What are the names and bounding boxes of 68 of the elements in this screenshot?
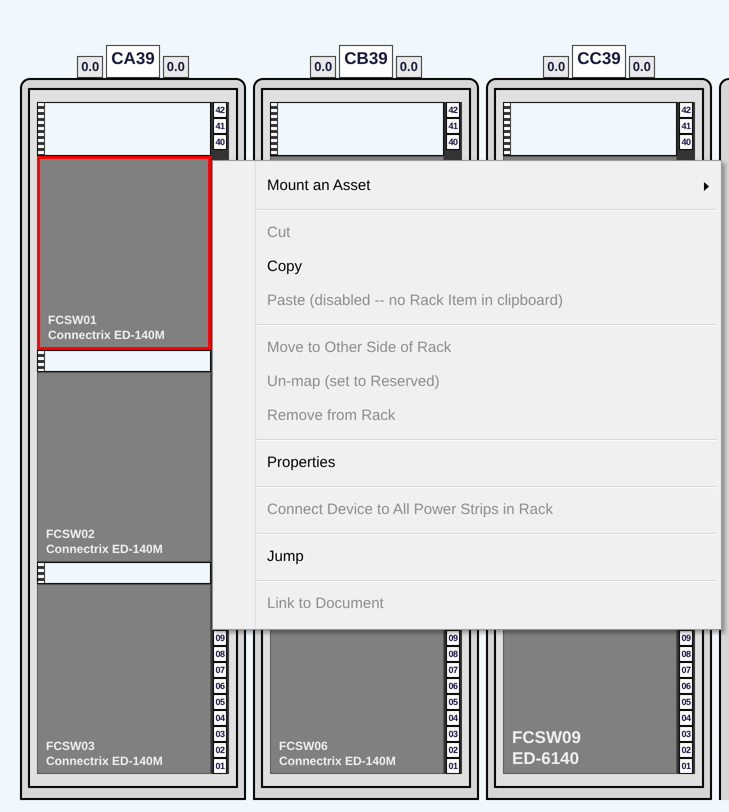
unit-number: 01 <box>213 758 227 774</box>
unit-number: 07 <box>213 662 227 678</box>
unit-number: 08 <box>213 646 227 662</box>
device-name: FCSW06 <box>279 739 329 754</box>
unit-number: 09 <box>213 630 227 646</box>
power-reading: 0.0 <box>310 56 336 78</box>
power-reading: 0.0 <box>77 56 104 78</box>
unit-number: 41 <box>679 118 693 134</box>
unit-number: 09 <box>446 630 460 646</box>
device-name: FCSW01 <box>48 313 98 328</box>
unit-number: 01 <box>446 758 460 774</box>
power-reading: 0.0 <box>628 56 655 78</box>
device-name: FCSW09 <box>512 726 582 748</box>
unit-number: 42 <box>213 102 227 118</box>
unit-number: 08 <box>679 646 693 662</box>
device-model: Connectrix ED-140M <box>279 754 397 769</box>
power-reading: 0.0 <box>396 56 422 78</box>
unit-number: 40 <box>213 134 227 150</box>
menu-item[interactable]: Mount an Asset <box>256 169 721 203</box>
unit-number: 42 <box>446 102 460 118</box>
unit-number: 05 <box>446 694 460 710</box>
unit-number: 03 <box>679 726 693 742</box>
device-model: Connectrix ED-140M <box>48 328 166 343</box>
unit-number: 07 <box>679 662 693 678</box>
unit-number: 06 <box>679 678 693 694</box>
submenu-arrow-icon <box>704 182 709 190</box>
unit-number: 03 <box>446 726 460 742</box>
unit-number: 04 <box>446 710 460 726</box>
rack-device[interactable]: FCSW01 Connectrix ED-140M <box>37 156 211 350</box>
unit-number: 40 <box>679 134 693 150</box>
device-model: Connectrix ED-140M <box>46 542 164 557</box>
unit-number: 01 <box>679 758 693 774</box>
menu-item[interactable]: Properties <box>256 446 721 480</box>
menu-item[interactable]: Copy <box>256 250 721 284</box>
unit-number: 02 <box>446 742 460 758</box>
unit-number: 08 <box>446 646 460 662</box>
unit-number: 05 <box>213 694 227 710</box>
device-name: FCSW02 <box>46 527 96 542</box>
menu-item[interactable]: Jump <box>256 540 721 574</box>
unit-number: 41 <box>446 118 460 134</box>
unit-number: 03 <box>213 726 227 742</box>
unit-number: 42 <box>679 102 693 118</box>
unit-number: 06 <box>446 678 460 694</box>
unit-number: 07 <box>446 662 460 678</box>
rack-device[interactable]: FCSW03 Connectrix ED-140M <box>37 584 211 774</box>
power-reading: 0.0 <box>543 56 570 78</box>
unit-number: 04 <box>679 710 693 726</box>
unit-number: 04 <box>213 710 227 726</box>
unit-number: 02 <box>679 742 693 758</box>
unit-number: 09 <box>679 630 693 646</box>
unit-number: 02 <box>213 742 227 758</box>
empty-slot[interactable] <box>270 102 444 156</box>
device-model: Connectrix ED-140M <box>46 754 164 769</box>
empty-slot[interactable] <box>37 562 211 584</box>
rack-name: CB39 <box>339 45 393 78</box>
empty-slot[interactable] <box>37 350 211 372</box>
unit-number: 41 <box>213 118 227 134</box>
rack-device[interactable]: FCSW02 Connectrix ED-140M <box>37 372 211 562</box>
unit-number: 05 <box>679 694 693 710</box>
rack-name: CC39 <box>572 45 626 78</box>
empty-slot[interactable] <box>503 102 677 156</box>
power-reading: 0.0 <box>162 56 189 78</box>
empty-slot[interactable] <box>37 102 211 156</box>
unit-number: 06 <box>213 678 227 694</box>
device-model: ED-6140 <box>512 748 580 769</box>
unit-number: 40 <box>446 134 460 150</box>
rack-name: CA39 <box>106 45 160 78</box>
device-name: FCSW03 <box>46 739 96 754</box>
